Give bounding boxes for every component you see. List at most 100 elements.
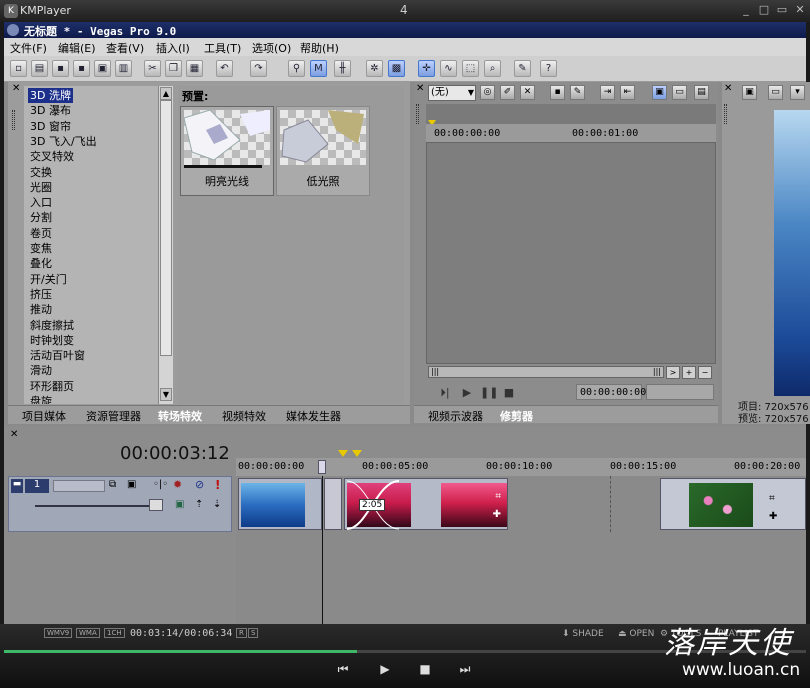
new-file-icon[interactable]: ▫ bbox=[10, 60, 27, 77]
transition-list-item[interactable]: 3D 瀑布 bbox=[30, 103, 71, 118]
render-icon[interactable]: ▣ bbox=[94, 60, 111, 77]
zoom-in-icon[interactable]: + bbox=[682, 366, 696, 379]
menu-file[interactable]: 文件(F) bbox=[10, 40, 47, 56]
trim-monitor-icon[interactable]: ▭ bbox=[672, 85, 687, 100]
previous-icon[interactable]: ⏮ bbox=[334, 662, 352, 678]
trim-pin-icon[interactable]: ✎ bbox=[570, 85, 585, 100]
track-up-icon[interactable]: ⇡ bbox=[195, 499, 203, 510]
track-down-icon[interactable]: ⇣ bbox=[213, 499, 221, 510]
track-gear-icon[interactable]: ✹ bbox=[173, 478, 182, 491]
trimmer-close-icon[interactable]: ✕ bbox=[416, 84, 426, 94]
transition-list-item[interactable]: 时钟划变 bbox=[30, 333, 74, 348]
undo-icon[interactable]: ↶ bbox=[216, 60, 233, 77]
transition-list-item[interactable]: 滑动 bbox=[30, 363, 52, 378]
maximize-icon[interactable]: □ bbox=[756, 3, 772, 17]
paste-icon[interactable]: ▦ bbox=[186, 60, 203, 77]
transition-list-item[interactable]: 环形翻页 bbox=[30, 379, 74, 394]
preview-grip[interactable] bbox=[724, 104, 727, 124]
transition-list-item[interactable]: 3D 洗牌 bbox=[28, 88, 73, 103]
pane-grip[interactable] bbox=[12, 110, 15, 130]
trimmer-dropdown[interactable]: (无) ▼ bbox=[428, 85, 476, 101]
stop-icon[interactable]: ■ bbox=[416, 662, 434, 678]
clip-crop-icon[interactable]: ⌗ bbox=[769, 493, 775, 504]
transition-list-item[interactable]: 活动百叶窗 bbox=[30, 348, 85, 363]
preview-menu-icon[interactable]: ▾ bbox=[790, 85, 805, 100]
transition-list-item[interactable]: 盘旋 bbox=[30, 394, 52, 404]
trim-clear-icon[interactable]: ✕ bbox=[520, 85, 535, 100]
scroll-thumb[interactable] bbox=[160, 100, 172, 356]
properties-icon[interactable]: ▥ bbox=[115, 60, 132, 77]
clip-crop-icon[interactable]: ⌗ bbox=[495, 491, 501, 502]
trim-display-icon[interactable]: ▣ bbox=[652, 85, 667, 100]
trim-audio-icon[interactable]: ▤ bbox=[694, 85, 709, 100]
transition-list-item[interactable]: 分割 bbox=[30, 210, 52, 225]
tab-explorer[interactable]: 资源管理器 bbox=[86, 408, 141, 424]
transition-list-item[interactable]: 挤压 bbox=[30, 287, 52, 302]
save-icon[interactable]: ▪ bbox=[52, 60, 69, 77]
pause-icon[interactable]: ❚❚ bbox=[480, 386, 498, 400]
stop-icon[interactable]: ■ bbox=[500, 386, 518, 400]
tab-media-generators[interactable]: 媒体发生器 bbox=[286, 408, 341, 424]
crossfade-icon[interactable]: ▩ bbox=[388, 60, 405, 77]
video-clip-3[interactable]: ⌗ ✚ bbox=[660, 478, 806, 530]
clip-fx-icon[interactable]: ✚ bbox=[493, 509, 501, 520]
transition-list-item[interactable]: 斜度擦拭 bbox=[30, 318, 74, 333]
video-track-lane[interactable]: 2:05 ⌗ ✚ ⌗ ✚ bbox=[236, 476, 806, 532]
menu-tools[interactable]: 工具(T) bbox=[204, 40, 241, 56]
transition-list-item[interactable]: 开/关门 bbox=[30, 272, 67, 287]
minimize-icon[interactable]: _ bbox=[738, 3, 754, 17]
zoom-tool-icon[interactable]: ⌕ bbox=[484, 60, 501, 77]
open-folder-icon[interactable]: ▤ bbox=[31, 60, 48, 77]
play-icon[interactable]: ▶ bbox=[376, 662, 394, 678]
transition-list-item[interactable]: 变焦 bbox=[30, 241, 52, 256]
script-icon[interactable]: ✎ bbox=[514, 60, 531, 77]
zoom-minus-icon[interactable]: − bbox=[698, 366, 712, 379]
preset-bright-light[interactable]: 明亮光线 bbox=[180, 106, 274, 196]
transition-list-item[interactable]: 推动 bbox=[30, 302, 52, 317]
level-slider-thumb[interactable] bbox=[149, 499, 163, 511]
menu-edit[interactable]: 编辑(E) bbox=[58, 40, 96, 56]
save-as-icon[interactable]: ▪ bbox=[73, 60, 90, 77]
shade-button[interactable]: ⬇ SHADE bbox=[562, 629, 604, 639]
transition-list-item[interactable]: 光圈 bbox=[30, 180, 52, 195]
repeat-badge[interactable]: R bbox=[236, 628, 247, 638]
trim-magic-icon[interactable]: ✐ bbox=[500, 85, 515, 100]
video-clip-1[interactable] bbox=[238, 478, 322, 530]
track-fx-chain-icon[interactable]: ▣ bbox=[175, 499, 184, 510]
redo-icon[interactable]: ↷ bbox=[250, 60, 267, 77]
transition-list-item[interactable]: 交叉特效 bbox=[30, 149, 74, 164]
track-mute-icon[interactable]: ⊘ bbox=[195, 478, 204, 491]
track-fx-icon[interactable]: ▣ bbox=[127, 479, 136, 490]
transition-list-item[interactable]: 3D 窗帘 bbox=[30, 119, 71, 134]
close-icon[interactable]: ✕ bbox=[792, 3, 808, 17]
tab-video-scopes[interactable]: 视频示波器 bbox=[428, 408, 483, 424]
transition-list-item[interactable]: 卷页 bbox=[30, 226, 52, 241]
timeline-close-icon[interactable]: ✕ bbox=[10, 430, 20, 440]
loop-start-icon[interactable] bbox=[338, 450, 348, 457]
loop-end-icon[interactable] bbox=[352, 450, 362, 457]
scroll-down-icon[interactable]: ▼ bbox=[160, 388, 172, 401]
track-expand-icon[interactable]: ▬ bbox=[11, 479, 23, 493]
scroll-up-icon[interactable]: ▲ bbox=[160, 87, 172, 100]
menu-options[interactable]: 选项(O) bbox=[252, 40, 291, 56]
menu-insert[interactable]: 插入(I) bbox=[156, 40, 190, 56]
clip-gap[interactable] bbox=[324, 478, 342, 530]
video-clip-2[interactable]: 2:05 ⌗ ✚ bbox=[344, 478, 508, 530]
menu-view[interactable]: 查看(V) bbox=[106, 40, 144, 56]
trim-overwrite-icon[interactable]: ⇤ bbox=[620, 85, 635, 100]
preset-low-light[interactable]: 低光照 bbox=[276, 106, 370, 196]
play-icon[interactable]: ▶ bbox=[458, 386, 476, 400]
copy-icon[interactable]: ❐ bbox=[165, 60, 182, 77]
auto-ripple-icon[interactable]: M bbox=[310, 60, 327, 77]
timeline-ruler[interactable]: 00:00:00:00 00:00:05:00 00:00:10:00 00:0… bbox=[236, 458, 806, 476]
help-pointer-icon[interactable]: ? bbox=[540, 60, 557, 77]
track-name-field[interactable] bbox=[53, 480, 105, 492]
transition-list-item[interactable]: 入口 bbox=[30, 195, 52, 210]
tab-trimmer[interactable]: 修剪器 bbox=[500, 408, 533, 424]
ignore-grouping-icon[interactable]: ✲ bbox=[366, 60, 383, 77]
envelope-tool-icon[interactable]: ∿ bbox=[440, 60, 457, 77]
tab-video-fx[interactable]: 视频特效 bbox=[222, 408, 266, 424]
clip-fx-icon[interactable]: ✚ bbox=[769, 511, 777, 522]
next-icon[interactable]: ⏭ bbox=[456, 662, 474, 678]
preview-close-icon[interactable]: ✕ bbox=[724, 84, 734, 94]
